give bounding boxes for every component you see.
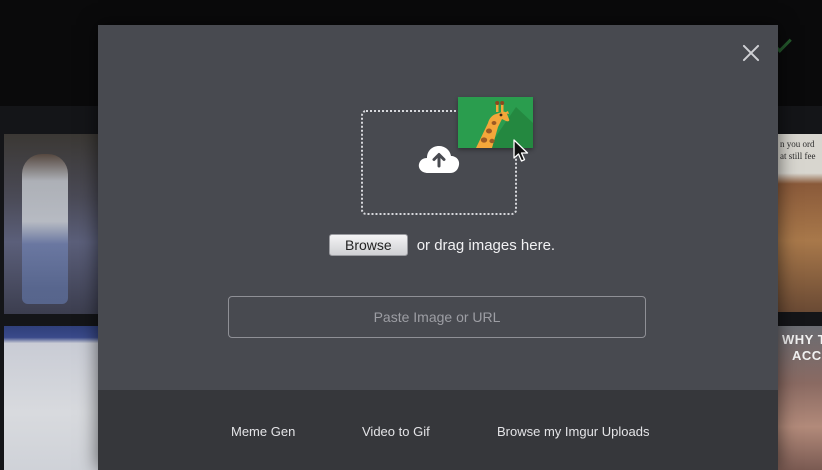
meme-gen-link[interactable]: Meme Gen [231,424,295,439]
browse-uploads-link[interactable]: Browse my Imgur Uploads [497,424,649,439]
tile-caption: WHY TH ACC [782,332,822,363]
close-icon[interactable] [740,42,762,64]
background-image-tile[interactable] [4,326,98,470]
background-image-tile[interactable]: WHY TH ACC [778,326,822,470]
upload-modal: Browse or drag images here. Meme Gen Vid… [98,25,778,470]
background-image-tile[interactable] [4,134,98,314]
drag-instruction: or drag images here. [416,236,556,254]
browse-button[interactable]: Browse [329,234,408,256]
background-image-tile[interactable]: n you ord at still fee [778,134,822,312]
video-to-gif-link[interactable]: Video to Gif [362,424,430,439]
cursor-icon [513,139,529,162]
browse-row: Browse or drag images here. [329,233,555,257]
tile-caption: n you ord at still fee [780,139,816,161]
modal-footer: Meme Gen Video to Gif Browse my Imgur Up… [98,390,778,470]
paste-url-input[interactable] [228,296,646,338]
cloud-upload-icon [418,146,460,173]
